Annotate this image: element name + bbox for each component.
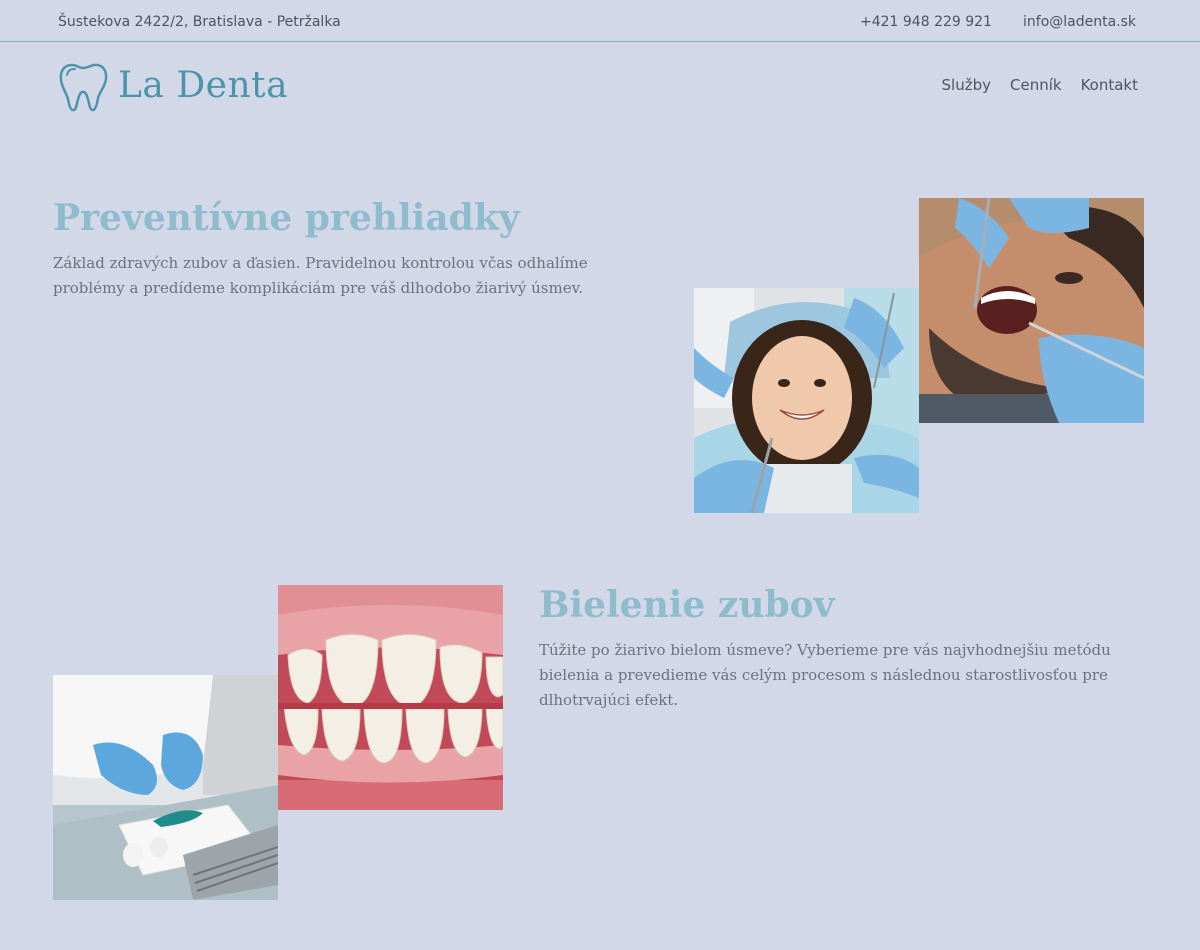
logo-text: La Denta	[118, 65, 289, 106]
phone-link[interactable]: +421 948 229 921	[860, 14, 992, 30]
photo-teeth-closeup	[278, 585, 503, 810]
photo-child-checkup	[694, 288, 919, 513]
email-link[interactable]: info@ladenta.sk	[1023, 14, 1136, 30]
photo-whitening-preparation	[53, 675, 278, 900]
tooth-icon	[59, 63, 108, 112]
section-text-whitening: Túžite po žiarivo bielom úsmeve? Vyberie…	[539, 641, 1111, 709]
address-text: Šustekova 2422/2, Bratislava - Petržalka	[58, 14, 341, 30]
section-title-prevention: Preventívne prehliadky	[53, 197, 520, 239]
page: Šustekova 2422/2, Bratislava - Petržalka…	[0, 0, 1200, 950]
main-nav: Služby Cenník Kontakt	[942, 76, 1138, 94]
site-logo[interactable]: La Denta	[58, 60, 290, 118]
nav-item-kontakt[interactable]: Kontakt	[1081, 76, 1138, 94]
section-title-whitening: Bielenie zubov	[539, 584, 835, 626]
top-contact-bar: Šustekova 2422/2, Bratislava - Petržalka…	[0, 0, 1200, 42]
photo-adult-checkup	[919, 198, 1144, 423]
section-text-prevention: Základ zdravých zubov a ďasien. Pravidel…	[53, 254, 588, 297]
nav-item-cennik[interactable]: Cenník	[1010, 76, 1062, 94]
nav-item-sluzby[interactable]: Služby	[942, 76, 991, 94]
